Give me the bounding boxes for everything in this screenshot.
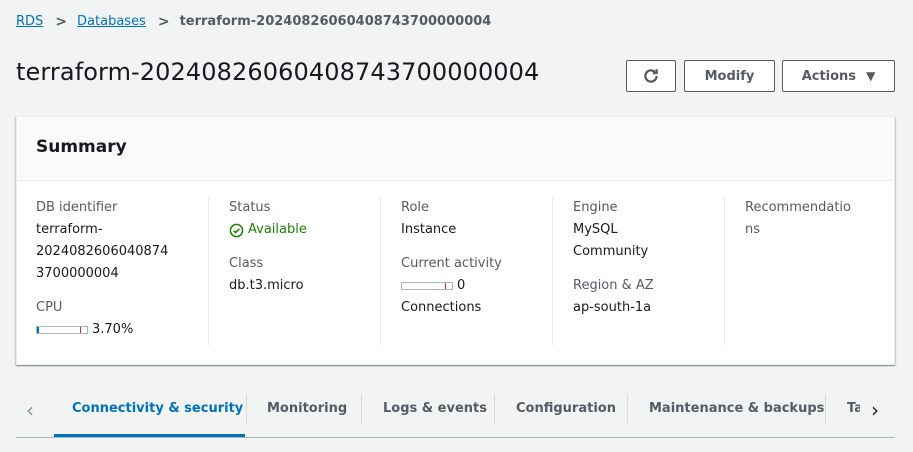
refresh-icon	[644, 69, 658, 83]
region-az-label: Region & AZ	[573, 278, 654, 293]
tab-logs-events[interactable]: Logs & events	[383, 401, 487, 416]
cpu-value: 3.70%	[92, 322, 134, 337]
recommendations-label-line: Recommendatio	[745, 200, 851, 215]
modify-button[interactable]: Modify	[684, 60, 775, 92]
engine-column: Engine MySQL Community Region & AZ ap-so…	[573, 197, 723, 319]
status-column: Status Available Class db.t3.micro	[229, 197, 379, 297]
status-label: Status	[229, 200, 271, 215]
page-title: terraform-20240826060408743700000004	[16, 58, 540, 86]
recommendations-label-line: ns	[745, 222, 761, 237]
class-label: Class	[229, 256, 264, 271]
tab-configuration[interactable]: Configuration	[516, 401, 616, 416]
connections-progress-bar	[401, 282, 453, 290]
connections-unit: Connections	[401, 300, 482, 315]
db-identifier-column: DB identifier terraform- 202408260604087…	[36, 197, 206, 341]
tab-divider	[494, 394, 495, 424]
tab-divider	[627, 394, 628, 424]
cpu-threshold-marker	[80, 327, 81, 333]
role-column: Role Instance Current activity 0 Connect…	[401, 197, 551, 319]
db-identifier-value-line: 3700000004	[36, 266, 119, 281]
engine-value-line: Community	[573, 244, 649, 259]
column-divider	[208, 197, 209, 345]
tab-divider	[825, 394, 826, 424]
db-identifier-label: DB identifier	[36, 200, 118, 215]
breadcrumb-databases-link[interactable]: Databases	[77, 14, 146, 29]
summary-panel: Summary DB identifier terraform- 2024082…	[16, 116, 895, 365]
tab-tags-truncated[interactable]: Ta	[847, 401, 860, 416]
engine-label: Engine	[573, 200, 618, 215]
tab-bar: ‹ Connectivity & security Monitoring Log…	[16, 388, 895, 438]
chevron-right-icon: >	[157, 13, 170, 30]
active-tab-indicator	[54, 434, 245, 437]
current-activity-label: Current activity	[401, 256, 502, 271]
column-divider	[552, 197, 553, 345]
tab-monitoring[interactable]: Monitoring	[267, 401, 347, 416]
recommendations-column: Recommendatio ns	[745, 197, 885, 241]
connections-value: 0	[457, 278, 466, 293]
modify-button-label: Modify	[704, 68, 755, 84]
engine-value-line: MySQL	[573, 222, 618, 237]
chevron-left-icon[interactable]: ‹	[26, 398, 34, 422]
role-label: Role	[401, 200, 430, 215]
db-identifier-value-line: terraform-	[36, 222, 103, 237]
db-identifier-value-line: 2024082606040874	[36, 244, 169, 259]
summary-title: Summary	[17, 117, 894, 181]
connections-threshold-marker	[445, 283, 446, 289]
breadcrumb: RDS > Databases > terraform-202408260604…	[16, 14, 491, 29]
actions-button-label: Actions	[801, 68, 857, 84]
cpu-progress-bar	[36, 326, 88, 334]
class-value: db.t3.micro	[229, 278, 304, 293]
region-az-value: ap-south-1a	[573, 300, 652, 315]
tab-maintenance-backups[interactable]: Maintenance & backups	[649, 401, 824, 416]
refresh-button[interactable]	[626, 60, 676, 92]
cpu-progress-fill	[37, 327, 39, 333]
breadcrumb-rds-link[interactable]: RDS	[16, 14, 43, 29]
chevron-right-icon: >	[55, 13, 68, 30]
tab-divider	[361, 394, 362, 424]
role-value: Instance	[401, 222, 457, 237]
actions-dropdown-button[interactable]: Actions ▼	[782, 60, 895, 92]
tab-connectivity-security[interactable]: Connectivity & security	[72, 401, 243, 416]
check-circle-icon	[229, 223, 244, 237]
breadcrumb-current: terraform-20240826060408743700000004	[179, 14, 492, 29]
connections-meter: 0	[401, 275, 551, 297]
cpu-label: CPU	[36, 300, 63, 315]
tab-divider	[246, 394, 247, 424]
status-badge: Available	[229, 219, 379, 241]
cpu-meter: 3.70%	[36, 319, 206, 341]
status-value: Available	[248, 222, 307, 237]
column-divider	[724, 197, 725, 345]
caret-down-icon: ▼	[866, 69, 876, 83]
column-divider	[380, 197, 381, 345]
chevron-right-icon[interactable]: ›	[871, 398, 879, 422]
